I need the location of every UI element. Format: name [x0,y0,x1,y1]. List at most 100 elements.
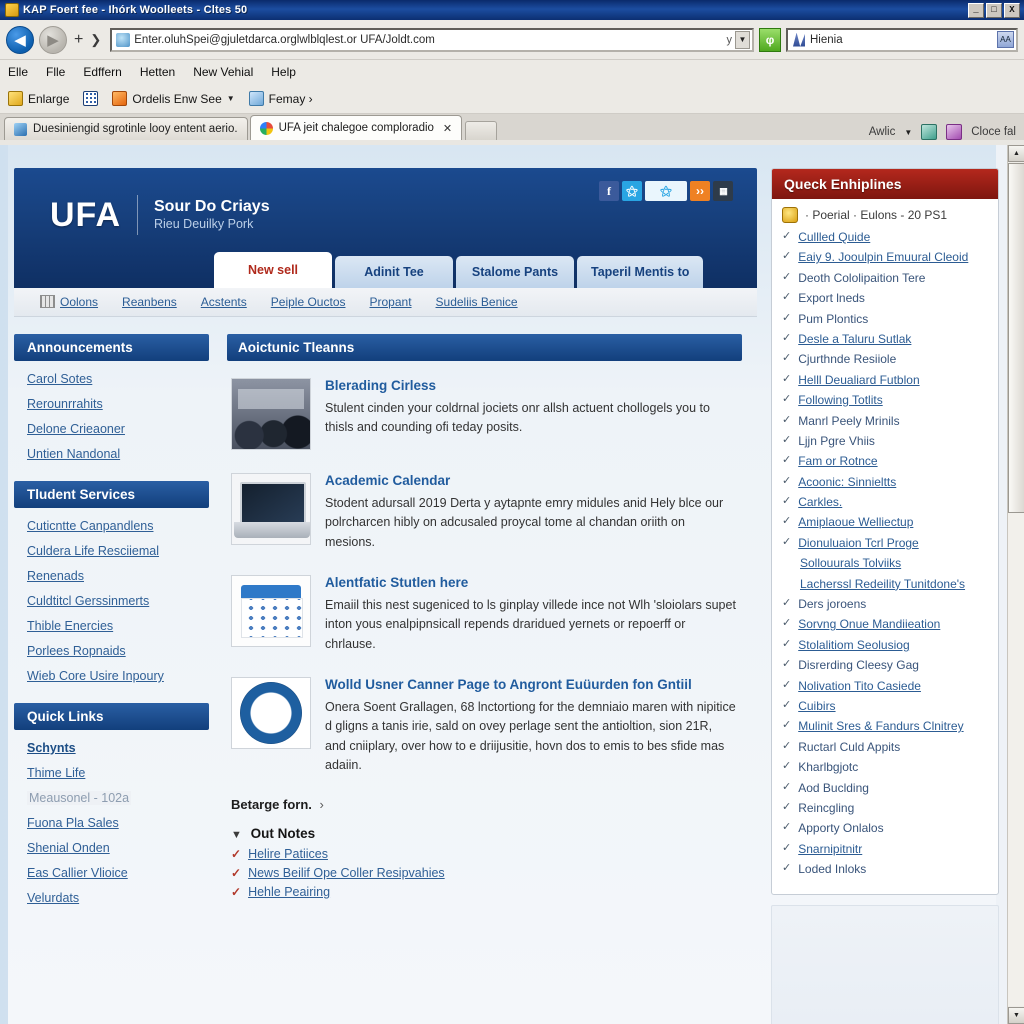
tab-active[interactable]: UFA jeit chalegoe comploradio ✕ [249,115,463,140]
triangle-down-icon[interactable]: ▼ [231,829,242,841]
enquiry-link[interactable]: Loded Inloks [798,861,866,878]
sidebar-link[interactable]: Wieb Core Usire Inpoury [27,669,209,683]
enquiry-link[interactable]: Reincgling [798,800,854,817]
list-item[interactable]: ✓ Stolalitiom Seolusiog [782,637,990,654]
nav-tab-active[interactable]: New sell [214,252,332,288]
menu-item-3[interactable]: Hetten [140,65,175,79]
enquiry-link[interactable]: Apporty Onlalos [798,820,883,837]
enquiry-link[interactable]: Fam or Rotnce [798,453,877,470]
twitter-light-icon[interactable]: ⚝ [645,181,687,201]
list-item[interactable]: ✓ Deoth Cololipaition Tere [782,270,990,287]
enquiry-link[interactable]: Cjurthnde Resiiole [798,351,896,368]
enquiry-link[interactable]: Lacherssl Redeility Tunitdone's [800,576,965,593]
sidebar-link[interactable]: Delone Crieaoner [27,422,209,436]
list-item[interactable]: ✓ Cullled Quide [782,229,990,246]
close-all-label[interactable]: Cloce fal [971,126,1016,138]
scrollbar-track[interactable] [1008,513,1024,1006]
search-bar[interactable]: Hienia AA [786,27,1018,52]
subnav-item-oolons[interactable]: Oolons [40,295,98,309]
enquiry-link[interactable]: Ders joroens [798,596,866,613]
enquiry-link[interactable]: Cuibirs [798,698,835,715]
sidebar-link[interactable]: Schynts [27,741,209,755]
enquiry-link[interactable]: Snarnipitnitr [798,841,862,858]
chevron-right-icon[interactable]: ❯ [90,32,105,48]
enquiry-link[interactable]: Dionuluaion Tcrl Proge [798,535,919,552]
note-link[interactable]: News Beilif Ope Coller Resipvahies [248,866,445,880]
enquiry-link[interactable]: Disrerding Cleesy Gag [798,657,919,674]
close-button[interactable]: X [1004,2,1020,18]
tab-menu-label[interactable]: Awlic [869,126,896,138]
enquiry-link[interactable]: Cullled Quide [798,229,870,246]
enquiry-link[interactable]: Desle a Taluru Sutlak [798,331,911,348]
twitter-icon[interactable]: ⚝ [622,181,642,201]
close-all-icon[interactable] [946,124,963,140]
sidebar-link[interactable]: Culdera Life Resciiemal [27,544,209,558]
list-item[interactable]: ✓ Reincgling [782,800,990,817]
list-item[interactable]: ✓ Helire Patiices [231,847,742,861]
scroll-down-button[interactable]: ▼ [1008,1007,1024,1024]
news-title[interactable]: Blerading Cirless [325,378,736,395]
nav-tab-admit[interactable]: Adinit Tee [335,256,453,288]
sidebar-link[interactable]: Thible Enercies [27,619,209,633]
maximize-button[interactable]: □ [986,2,1002,18]
news-title[interactable]: Wolld Usner Canner Page to Angront Euüur… [325,677,736,694]
sidebar-link[interactable]: Culdtitcl Gerssinmerts [27,594,209,608]
enquiry-link[interactable]: Following Totlits [798,392,882,409]
subnav-item-sudeliis[interactable]: Sudeliis Benice [436,295,518,309]
enquiry-link[interactable]: Sollouurals Tolviiks [800,555,901,572]
news-title[interactable]: Alentfatic Stutlen here [325,575,736,592]
search-input[interactable]: Hienia [810,34,997,46]
chevron-down-icon[interactable]: ▼ [735,30,750,49]
list-item[interactable]: ✓ Loded Inloks [782,861,990,878]
list-item[interactable]: ✓ Helll Deualiard Futblon [782,372,990,389]
list-item[interactable]: ✓ Ljjn Pgre Vhiis [782,433,990,450]
menu-item-4[interactable]: New Vehial [193,65,253,79]
tab-inactive[interactable]: Duesiniengid sgrotinle looy entent aerio… [4,117,248,140]
enquiry-link[interactable]: Carkles. [798,494,842,511]
search-submit-button[interactable]: AA [997,31,1014,48]
list-item[interactable]: ✓ Export lneds [782,290,990,307]
list-item[interactable]: ✓ Cuibirs [782,698,990,715]
list-item[interactable]: ✓ News Beilif Ope Coller Resipvahies [231,866,742,880]
enquiry-link[interactable]: Ljjn Pgre Vhiis [798,433,875,450]
list-item[interactable]: ✓ Aod Buclding [782,780,990,797]
news-title[interactable]: Academic Calendar [325,473,736,490]
sidebar-link[interactable]: Velurdats [27,891,209,905]
sidebar-link[interactable]: Rerounrrahits [27,397,209,411]
list-item[interactable]: ✓ Ructarl Culd Appits [782,739,990,756]
scroll-up-button[interactable]: ▲ [1008,145,1024,162]
news-item[interactable]: Alentfatic Stutlen here Emaiil this nest… [227,558,742,660]
nav-tab-taperil[interactable]: Taperil Mentis to [577,256,704,288]
enquiry-link[interactable]: Amiplaoue Welliectup [798,514,913,531]
scrollbar-thumb[interactable] [1008,163,1024,513]
note-link[interactable]: Hehle Peairing [248,885,330,899]
toolbar-item-details[interactable]: Ordelis Enw See ▼ [112,91,235,106]
list-item[interactable]: ✓ Kharlbgjotc [782,759,990,776]
enquiry-link[interactable]: Export lneds [798,290,865,307]
minimize-button[interactable]: _ [968,2,984,18]
enquiry-link[interactable]: Ructarl Culd Appits [798,739,900,756]
list-item[interactable]: ✓ Manrl Peely Mrinils [782,413,990,430]
list-item[interactable]: Lacherssl Redeility Tunitdone's [782,576,990,593]
sidebar-link[interactable]: Fuona Pla Sales [27,816,209,830]
subnav-item-propant[interactable]: Propant [370,295,412,309]
toolbar-item-femay[interactable]: Femay › [248,91,313,106]
list-item[interactable]: ✓ Desle a Taluru Sutlak [782,331,990,348]
enquiry-link[interactable]: Mulinit Sres & Fandurs Clnitrey [798,718,963,735]
list-item[interactable]: ✓ Mulinit Sres & Fandurs Clnitrey [782,718,990,735]
close-icon[interactable]: ✕ [443,122,452,135]
sidebar-link[interactable]: Untien Nandonal [27,447,209,461]
news-item[interactable]: Blerading Cirless Stulent cinden your co… [227,361,742,456]
list-item[interactable]: ✓ Dionuluaion Tcrl Proge [782,535,990,552]
go-button[interactable]: φ [759,27,781,52]
enquiry-link[interactable]: Stolalitiom Seolusiog [798,637,909,654]
grid-icon[interactable]: ▦ [713,181,733,201]
enquiry-link[interactable]: Acoonic: Sinnieltts [798,474,896,491]
list-item[interactable]: ✓ Hehle Peairing [231,885,742,899]
forward-icon[interactable]: ▶ [39,25,67,54]
enquiry-link[interactable]: Sorvng Onue Mandiieation [798,616,940,633]
notes-heading[interactable]: ▼ Out Notes [231,826,742,841]
list-item[interactable]: ✓ Fam or Rotnce [782,453,990,470]
chevron-down-icon[interactable]: ▼ [904,128,912,137]
list-item[interactable]: ✓ Following Totlits [782,392,990,409]
